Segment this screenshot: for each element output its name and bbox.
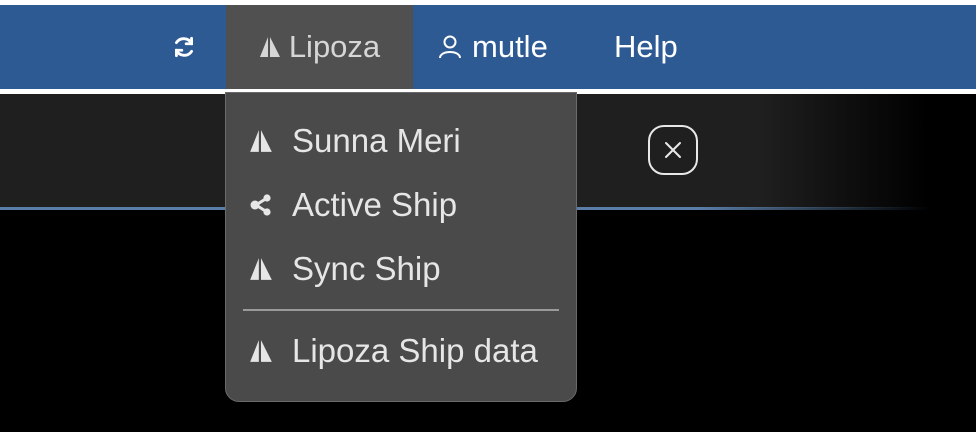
ship-icon: [259, 37, 280, 57]
refresh-icon: [175, 36, 193, 58]
ship-menu-label: Lipoza: [288, 29, 381, 64]
user-menu-button[interactable]: mutle: [438, 5, 548, 89]
top-navigation-bar: Lipoza mutle Help: [0, 5, 976, 89]
menu-item-label: Active Ship: [292, 186, 458, 223]
ship-menu-button[interactable]: Lipoza: [226, 5, 413, 89]
user-menu-label: mutle: [472, 29, 548, 64]
menu-item-label: Sunna Meri: [292, 122, 461, 159]
ship-icon: [248, 256, 274, 282]
refresh-button[interactable]: [160, 27, 208, 67]
close-button[interactable]: [648, 125, 698, 175]
menu-item-active-ship[interactable]: Active Ship: [226, 173, 576, 237]
menu-item-label: Sync Ship: [292, 250, 441, 287]
menu-divider: [243, 309, 559, 311]
ship-icon: [248, 338, 274, 364]
menu-item-lipoza-ship-data[interactable]: Lipoza Ship data: [226, 319, 576, 383]
user-icon: [439, 35, 461, 59]
help-link[interactable]: Help: [614, 5, 678, 89]
close-icon: [665, 142, 681, 158]
menu-divider-wrap: [226, 301, 576, 319]
ship-dropdown-menu: Sunna Meri Active Ship Sync Ship Lipoza …: [225, 92, 577, 402]
menu-item-sync-ship[interactable]: Sync Ship: [226, 237, 576, 301]
menu-item-sunna-meri[interactable]: Sunna Meri: [226, 109, 576, 173]
ship-icon: [248, 128, 274, 154]
menu-item-label: Lipoza Ship data: [292, 332, 538, 369]
share-icon: [248, 193, 274, 217]
